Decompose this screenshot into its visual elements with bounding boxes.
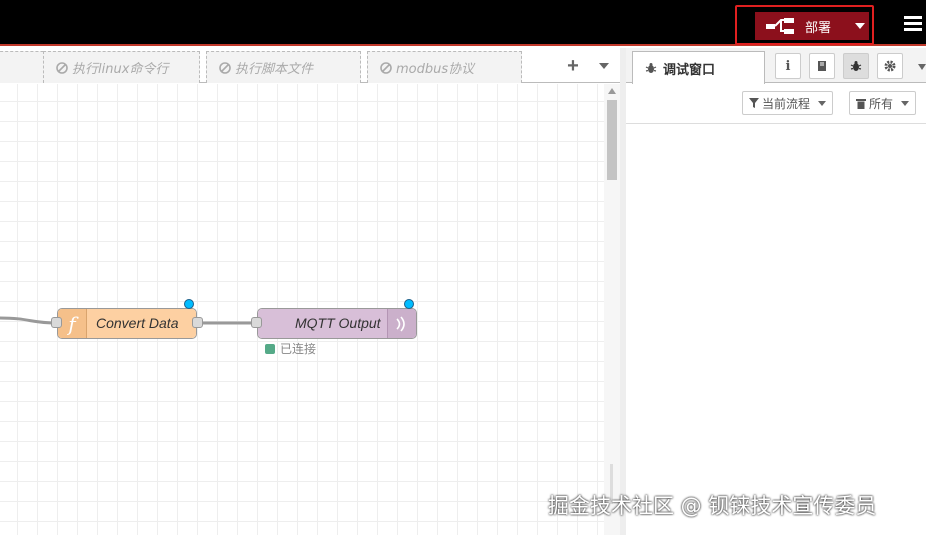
function-icon: f [58, 309, 87, 338]
caret-down-icon [855, 23, 865, 29]
info-button[interactable]: i [775, 53, 801, 79]
tab-list-menu-button[interactable] [596, 54, 612, 78]
hamburger-menu-icon [904, 16, 922, 31]
changed-indicator [404, 299, 414, 309]
input-port[interactable] [251, 317, 262, 328]
workspace-tab-bar: 执行linux命令行 执行脚本文件 modbus协议 + [0, 48, 620, 83]
config-button[interactable] [877, 53, 903, 79]
tab-linux-command[interactable]: 执行linux命令行 [43, 51, 200, 83]
bug-icon [645, 62, 657, 74]
disabled-icon [380, 61, 392, 74]
disabled-icon [56, 61, 68, 74]
main-menu-button[interactable] [900, 10, 926, 36]
input-port[interactable] [51, 317, 62, 328]
filter-label: 当前流程 [762, 96, 811, 111]
tab-label: 执行linux命令行 [72, 62, 169, 77]
debug-filter-bar: 当前流程 所有 [626, 84, 926, 124]
caret-down-icon [901, 100, 910, 106]
canvas-vertical-scrollbar[interactable] [604, 84, 620, 535]
tab-script-file[interactable]: 执行脚本文件 [206, 51, 361, 83]
flow-canvas[interactable]: f Convert Data MQTT Output 已连接 [0, 84, 604, 535]
deploy-label: 部署 [805, 20, 832, 36]
deploy-button[interactable]: 部署 [755, 12, 851, 40]
gear-icon [884, 60, 896, 72]
node-label: Convert Data [96, 315, 179, 331]
node-status: 已连接 [265, 340, 316, 357]
status-text: 已连接 [280, 342, 317, 356]
tab-modbus[interactable]: modbus协议 [367, 51, 522, 83]
node-label: MQTT Output [295, 315, 381, 331]
wire-in [0, 316, 58, 325]
sidebar: 调试窗口 i 当前流程 所有 [620, 48, 926, 535]
filter-icon [749, 98, 759, 108]
info-icon: i [785, 58, 791, 74]
tab-label: modbus协议 [396, 62, 475, 77]
clear-label: 所有 [869, 96, 894, 111]
function-node[interactable]: f Convert Data [57, 308, 197, 339]
deploy-icon [765, 12, 795, 40]
deploy-highlight-box: 部署 [735, 5, 874, 45]
status-dot [265, 343, 275, 354]
mqtt-out-node[interactable]: MQTT Output [257, 308, 417, 339]
output-port[interactable] [192, 317, 203, 328]
tab-debug-label: 调试窗口 [663, 62, 716, 78]
changed-indicator [184, 299, 194, 309]
sidebar-more-button[interactable] [918, 58, 926, 73]
clear-dropdown[interactable]: 所有 [849, 91, 917, 115]
trash-icon [856, 98, 866, 109]
help-button[interactable] [809, 53, 835, 79]
book-icon [818, 61, 826, 71]
header-bar: 部署 [0, 0, 926, 46]
scroll-up-icon[interactable] [608, 88, 616, 94]
add-flow-button[interactable]: + [562, 54, 584, 78]
caret-down-icon [918, 64, 926, 70]
watermark-text: 掘金技术社区 @ 钡铼技术宣传委员 [548, 494, 877, 518]
scroll-thumb[interactable] [607, 100, 617, 180]
caret-down-icon [599, 63, 609, 69]
tab-debug[interactable]: 调试窗口 [632, 51, 765, 84]
bug-icon [850, 61, 862, 71]
deploy-options-button[interactable] [851, 12, 869, 40]
disabled-icon [219, 61, 231, 74]
filter-dropdown[interactable]: 当前流程 [742, 91, 834, 115]
caret-down-icon [818, 100, 827, 106]
debug-button[interactable] [843, 53, 869, 79]
tab-label: 执行脚本文件 [235, 62, 314, 77]
mqtt-broadcast-icon [387, 309, 416, 338]
sidebar-tab-bar: 调试窗口 i [626, 48, 926, 84]
